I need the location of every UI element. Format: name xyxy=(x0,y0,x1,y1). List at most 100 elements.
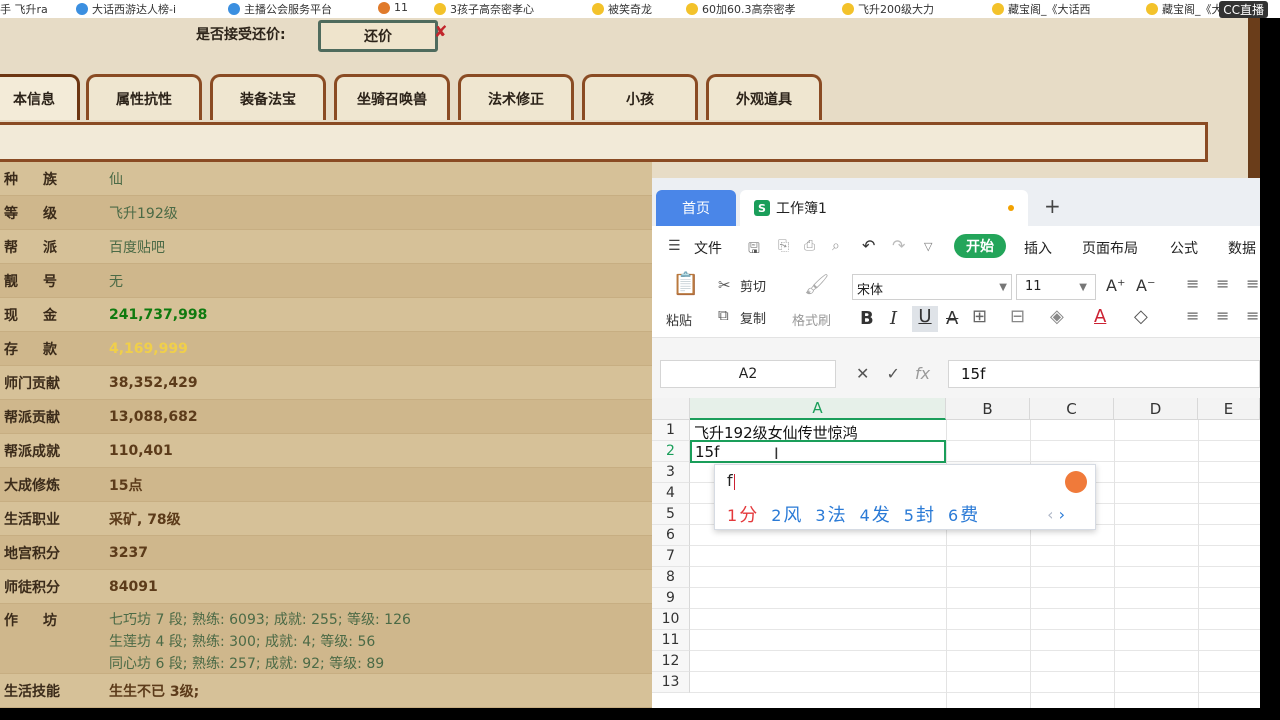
tab-equipment[interactable]: 装备法宝 xyxy=(210,74,326,120)
ime-candidate[interactable]: 6费 xyxy=(948,501,978,527)
font-family-select[interactable]: 宋体 ▼ xyxy=(852,274,1012,300)
row-header[interactable]: 11 xyxy=(652,630,690,651)
bookmark-item[interactable]: 手 飞升ra xyxy=(0,1,48,17)
bookmark-label: 手 飞升ra xyxy=(0,3,48,16)
align-left-icon[interactable]: ≡ xyxy=(1186,306,1199,325)
row-header[interactable]: 6 xyxy=(652,525,690,546)
row-header[interactable]: 4 xyxy=(652,483,690,504)
menu-file[interactable]: 文件 xyxy=(694,238,722,258)
fill-color-icon[interactable]: ◈ xyxy=(1050,306,1064,327)
column-header[interactable]: C xyxy=(1030,398,1114,420)
bookmark-label: 主播公会服务平台 xyxy=(244,3,332,16)
ime-candidate[interactable]: 3法 xyxy=(815,501,845,527)
increase-font-icon[interactable]: A⁺ xyxy=(1106,276,1125,295)
tab-spell-mods[interactable]: 法术修正 xyxy=(458,74,574,120)
cancel-icon[interactable]: ✕ xyxy=(856,364,869,383)
menu-insert[interactable]: 插入 xyxy=(1024,238,1052,258)
bookmark-item[interactable]: 飞升200级大力 xyxy=(842,1,934,17)
row-header[interactable]: 8 xyxy=(652,567,690,588)
column-header[interactable]: A xyxy=(690,398,946,420)
save-icon[interactable]: 🖫 xyxy=(748,238,760,262)
ime-candidate[interactable]: 5封 xyxy=(904,501,934,527)
cut-button[interactable]: 剪切 xyxy=(740,276,766,295)
border-icon[interactable]: ⊞ xyxy=(972,306,987,327)
tab-workbook[interactable]: S 工作簿1 xyxy=(740,190,1028,226)
print-icon[interactable]: ⎙ xyxy=(804,238,815,254)
row-header[interactable]: 13 xyxy=(652,672,690,693)
fx-icon[interactable]: fx xyxy=(915,364,930,383)
bookmark-item[interactable]: 主播公会服务平台 xyxy=(228,1,332,17)
cell-a2-active[interactable]: 15f xyxy=(690,440,946,463)
row-header[interactable]: 10 xyxy=(652,609,690,630)
tab-home[interactable]: 首页 xyxy=(656,190,736,226)
column-header[interactable]: E xyxy=(1198,398,1260,420)
ime-candidate[interactable]: 2风 xyxy=(771,501,801,527)
underline-icon[interactable]: U xyxy=(912,306,938,332)
chevron-left-icon[interactable]: ‹ xyxy=(1047,505,1053,524)
tab-children[interactable]: 小孩 xyxy=(582,74,698,120)
ime-candidate[interactable]: 1分 xyxy=(727,501,757,527)
preview-icon[interactable]: ⌕ xyxy=(832,238,840,254)
cut-icon[interactable]: ✂ xyxy=(718,276,731,294)
confirm-icon[interactable]: ✓ xyxy=(887,364,900,383)
bookmark-item[interactable]: 60加60.3高奈密孝 xyxy=(686,1,796,17)
align-center-icon[interactable]: ≡ xyxy=(1216,306,1229,325)
undo-icon[interactable]: ↶ xyxy=(862,236,875,255)
menu-start[interactable]: 开始 xyxy=(954,234,1006,258)
column-header[interactable]: B xyxy=(946,398,1030,420)
select-all-corner[interactable] xyxy=(652,398,690,420)
row-header[interactable]: 3 xyxy=(652,462,690,483)
menu-page-layout[interactable]: 页面布局 xyxy=(1082,238,1138,258)
italic-icon[interactable]: I xyxy=(890,308,897,329)
new-tab-button[interactable]: + xyxy=(1044,194,1061,218)
menu-icon[interactable]: ☰ xyxy=(668,238,681,254)
bookmark-item[interactable]: 大话西游达人榜-i xyxy=(76,1,176,17)
tab-attributes[interactable]: 属性抗性 xyxy=(86,74,202,120)
export-icon[interactable]: ⎘ xyxy=(778,238,789,254)
paste-icon[interactable]: 📋 xyxy=(672,272,699,297)
bookmark-item[interactable]: 11 xyxy=(378,1,408,14)
font-size-select[interactable]: 11 ▼ xyxy=(1016,274,1096,300)
format-painter-button[interactable]: 格式刷 xyxy=(792,310,831,329)
align-middle-icon[interactable]: ≡ xyxy=(1216,274,1229,293)
align-bottom-icon[interactable]: ≡ xyxy=(1246,274,1259,293)
field-value: 生生不已 3级; xyxy=(109,683,200,700)
sheet-grid[interactable]: A B C D E 1 2 3 4 5 6 7 8 9 10 11 12 13 xyxy=(652,398,1260,708)
decrease-font-icon[interactable]: A⁻ xyxy=(1136,276,1155,295)
font-color-icon[interactable]: A xyxy=(1094,306,1106,327)
redo-icon[interactable]: ↷ xyxy=(892,236,905,255)
row-header[interactable]: 5 xyxy=(652,504,690,525)
row-header[interactable]: 9 xyxy=(652,588,690,609)
formula-input[interactable]: 15f xyxy=(948,360,1260,388)
bold-icon[interactable]: B xyxy=(860,308,874,329)
align-top-icon[interactable]: ≡ xyxy=(1186,274,1199,293)
row-header[interactable]: 2 xyxy=(652,441,690,462)
name-box[interactable]: A2 xyxy=(660,360,836,388)
star-icon xyxy=(592,3,604,15)
ime-candidate[interactable]: 4发 xyxy=(860,501,890,527)
tab-appearance[interactable]: 外观道具 xyxy=(706,74,822,120)
tab-basic-info[interactable]: 本信息 xyxy=(0,74,80,120)
bookmark-item[interactable]: 被笑奇龙 xyxy=(592,1,652,17)
chevron-right-icon[interactable]: › xyxy=(1059,505,1065,524)
bookmark-item[interactable]: 藏宝阁_《大话西 xyxy=(992,1,1091,17)
row-header[interactable]: 1 xyxy=(652,420,690,441)
tab-mounts-pets[interactable]: 坐骑召唤兽 xyxy=(334,74,450,120)
merge-icon[interactable]: ⊟ xyxy=(1010,306,1025,327)
copy-button[interactable]: 复制 xyxy=(740,308,766,327)
row-header[interactable]: 7 xyxy=(652,546,690,567)
copy-icon[interactable]: ⧉ xyxy=(718,306,729,324)
clear-format-icon[interactable]: ◇ xyxy=(1134,306,1148,327)
more-icon[interactable]: ▽ xyxy=(924,240,932,253)
bookmark-item[interactable]: 3孩子高奈密孝心 xyxy=(434,1,534,17)
strikethrough-icon[interactable]: A xyxy=(946,308,958,329)
counter-offer-button[interactable]: 还价 xyxy=(318,20,438,52)
menu-data[interactable]: 数据 xyxy=(1228,238,1256,258)
menu-formula[interactable]: 公式 xyxy=(1170,238,1198,258)
row-header[interactable]: 12 xyxy=(652,651,690,672)
sogou-logo-icon[interactable] xyxy=(1065,471,1087,493)
format-painter-icon[interactable]: 🖌 xyxy=(804,272,829,296)
column-header[interactable]: D xyxy=(1114,398,1198,420)
align-right-icon[interactable]: ≡ xyxy=(1246,306,1259,325)
paste-button[interactable]: 粘贴 xyxy=(666,310,692,329)
